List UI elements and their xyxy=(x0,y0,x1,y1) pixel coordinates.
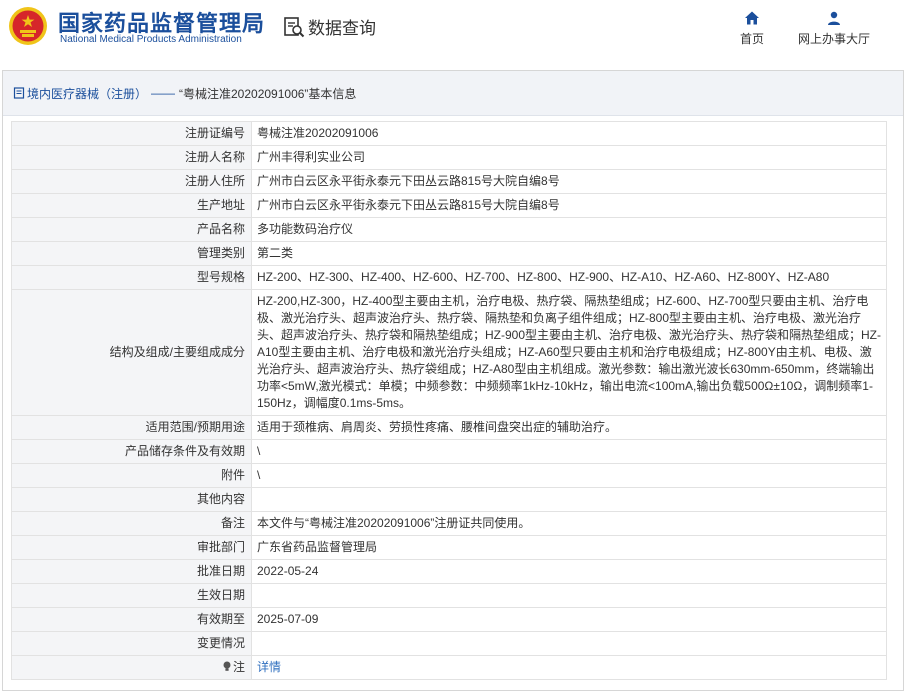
field-label: 附件 xyxy=(11,463,252,488)
site-header: 国家药品监督管理局 National Medical Products Admi… xyxy=(0,0,904,64)
nav-home-label: 首页 xyxy=(739,32,764,46)
document-icon xyxy=(13,87,25,99)
note-label-cell: 注 xyxy=(11,655,252,680)
brand-title-en: National Medical Products Administration xyxy=(60,34,242,45)
field-value: HZ-200,HZ-300，HZ-400型主要由主机，治疗电极、热疗袋、隔热垫组… xyxy=(251,289,887,416)
table-row: 备注 本文件与“粤械注准20202091006”注册证共同使用。 xyxy=(11,511,887,536)
field-label: 注册证编号 xyxy=(11,121,252,146)
table-row: 型号规格 HZ-200、HZ-300、HZ-400、HZ-600、HZ-700、H… xyxy=(11,265,887,290)
table-row: 产品名称 多功能数码治疗仪 xyxy=(11,217,887,242)
field-value xyxy=(251,487,887,512)
field-value: 广州市白云区永平街永泰元下田丛云路815号大院自编8号 xyxy=(251,193,887,218)
table-row: 其他内容 xyxy=(11,487,887,512)
user-icon xyxy=(828,11,840,25)
field-value: 多功能数码治疗仪 xyxy=(251,217,887,242)
table-row-note: 注详情 xyxy=(11,655,887,680)
breadcrumb-separator: —— xyxy=(151,86,176,100)
field-label: 其他内容 xyxy=(11,487,252,512)
table-row: 批准日期 2022-05-24 xyxy=(11,559,887,584)
table-row: 有效期至 2025-07-09 xyxy=(11,607,887,632)
table-row: 适用范围/预期用途 适用于颈椎病、肩周炎、劳损性疼痛、腰椎间盘突出症的辅助治疗。 xyxy=(11,415,887,440)
breadcrumb-category[interactable]: 境内医疗器械（注册） xyxy=(27,85,147,102)
table-row: 注册人住所 广州市白云区永平街永泰元下田丛云路815号大院自编8号 xyxy=(11,169,887,194)
field-value: 广州市白云区永平街永泰元下田丛云路815号大院自编8号 xyxy=(251,169,887,194)
field-value: 第二类 xyxy=(251,241,887,266)
breadcrumb: 境内医疗器械（注册） —— “粤械注准20202091006”基本信息 xyxy=(3,71,903,116)
field-value: 适用于颈椎病、肩周炎、劳损性疼痛、腰椎间盘突出症的辅助治疗。 xyxy=(251,415,887,440)
field-label: 注册人名称 xyxy=(11,145,252,170)
field-label: 审批部门 xyxy=(11,535,252,560)
field-label: 批准日期 xyxy=(11,559,252,584)
detail-panel: 境内医疗器械（注册） —— “粤械注准20202091006”基本信息 注册证编… xyxy=(2,70,904,691)
table-row: 审批部门 广东省药品监督管理局 xyxy=(11,535,887,560)
field-label: 生效日期 xyxy=(11,583,252,608)
field-label: 结构及组成/主要组成成分 xyxy=(11,289,252,416)
table-row: 生产地址 广州市白云区永平街永泰元下田丛云路815号大院自编8号 xyxy=(11,193,887,218)
field-label: 型号规格 xyxy=(11,265,252,290)
field-value: 本文件与“粤械注准20202091006”注册证共同使用。 xyxy=(251,511,887,536)
module-title-text: 数据查询 xyxy=(308,19,376,39)
lightbulb-icon xyxy=(223,661,231,671)
field-value: 2025-07-09 xyxy=(251,607,887,632)
registration-info-table: 注册证编号 粤械注准20202091006 注册人名称 广州丰得利实业公司 注册人住所广… xyxy=(11,121,887,680)
field-label: 备注 xyxy=(11,511,252,536)
field-label: 适用范围/预期用途 xyxy=(11,415,252,440)
module-title: 数据查询 xyxy=(282,14,376,39)
note-value-cell: 详情 xyxy=(251,655,887,680)
field-value: 广东省药品监督管理局 xyxy=(251,535,887,560)
field-label: 变更情况 xyxy=(11,631,252,656)
field-value xyxy=(251,631,887,656)
table-row: 注册人名称 广州丰得利实业公司 xyxy=(11,145,887,170)
field-value: 2022-05-24 xyxy=(251,559,887,584)
home-icon xyxy=(745,11,759,25)
field-value xyxy=(251,583,887,608)
nav-online-office[interactable]: 网上办事大厅 xyxy=(794,10,874,48)
field-label: 产品名称 xyxy=(11,217,252,242)
field-value: HZ-200、HZ-300、HZ-400、HZ-600、HZ-700、HZ-80… xyxy=(251,265,887,290)
table-row: 注册证编号 粤械注准20202091006 xyxy=(11,121,887,146)
table-row: 结构及组成/主要组成成分 HZ-200,HZ-300，HZ-400型主要由主机，治… xyxy=(11,289,887,416)
table-row: 附件 \ xyxy=(11,463,887,488)
field-label: 注册人住所 xyxy=(11,169,252,194)
field-label: 有效期至 xyxy=(11,607,252,632)
national-emblem-icon xyxy=(9,7,47,45)
field-label: 生产地址 xyxy=(11,193,252,218)
note-label: 注 xyxy=(232,660,245,674)
field-value: \ xyxy=(251,463,887,488)
field-label: 管理类别 xyxy=(11,241,252,266)
table-row: 管理类别 第二类 xyxy=(11,241,887,266)
table-row: 产品储存条件及有效期 \ xyxy=(11,439,887,464)
field-label: 产品储存条件及有效期 xyxy=(11,439,252,464)
field-value: 广州丰得利实业公司 xyxy=(251,145,887,170)
nav-online-office-label: 网上办事大厅 xyxy=(797,32,870,46)
table-row: 生效日期 xyxy=(11,583,887,608)
field-value: 粤械注准20202091006 xyxy=(251,121,887,146)
field-value: \ xyxy=(251,439,887,464)
detail-link[interactable]: 详情 xyxy=(257,660,281,674)
breadcrumb-title: “粤械注准20202091006”基本信息 xyxy=(179,86,357,101)
table-row: 变更情况 xyxy=(11,631,887,656)
nav-home[interactable]: 首页 xyxy=(736,10,768,48)
document-search-icon xyxy=(284,16,305,37)
